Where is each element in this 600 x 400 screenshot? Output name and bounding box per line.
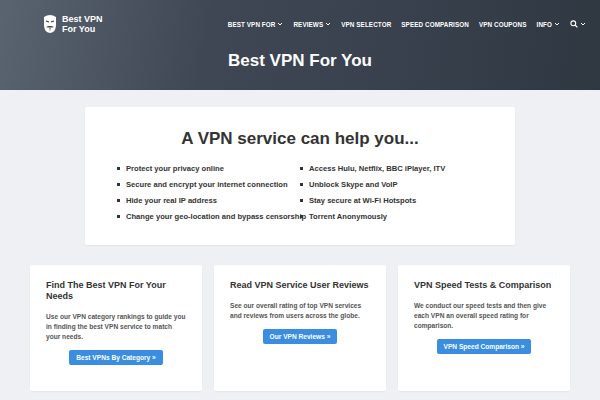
card-text: Use our VPN category rankings to guide y…: [46, 312, 186, 342]
benefit-text: Unblock Skype and VoIP: [309, 180, 397, 189]
nav-item[interactable]: VPN SELECTOR: [341, 21, 391, 28]
hero: Best VPN For You: [0, 34, 600, 90]
benefit-text: Hide your real IP address: [126, 196, 217, 205]
bullet-icon: [300, 215, 303, 218]
card-title: Read VPN Service User Reviews: [230, 280, 370, 291]
chevron-icon: [554, 21, 560, 27]
benefit-item: Stay secure at Wi-Fi Hotspots: [300, 195, 495, 205]
bullet-icon: [117, 167, 120, 170]
card-button-row: VPN Speed Comparison »: [414, 339, 554, 354]
chevron-icon: [580, 21, 586, 27]
benefit-item: Change your geo-location and bypass cens…: [117, 211, 300, 221]
chevron-icon: [277, 21, 283, 27]
nav-item[interactable]: REVIEWS: [293, 21, 331, 28]
top-bar: Best VPNFor You BEST VPN FOR REVIEWS VPN SE…: [0, 0, 600, 34]
chevron-icon: [325, 21, 331, 27]
benefit-text: Protect your privacy online: [126, 164, 224, 173]
card-title: Find The Best VPN For Your Needs: [46, 280, 186, 302]
benefit-columns: Protect your privacy online Secure and en…: [117, 163, 495, 221]
card-button[interactable]: Best VPNs By Category »: [69, 350, 163, 365]
benefit-text: Change your geo-location and bypass cens…: [126, 212, 306, 221]
feature-card: Read VPN Service User Reviews See our ove…: [214, 265, 386, 391]
nav-label: INFO: [537, 21, 552, 28]
benefit-item: Secure and encrypt your internet connect…: [117, 179, 300, 189]
benefit-item: Unblock Skype and VoIP: [300, 179, 495, 189]
site-header: Best VPNFor You BEST VPN FOR REVIEWS VPN SE…: [0, 0, 600, 90]
nav-label: REVIEWS: [293, 21, 323, 28]
nav-label: SPEED COMPARISON: [401, 21, 469, 28]
bullet-icon: [117, 199, 120, 202]
benefit-item: Access Hulu, Netflix, BBC iPlayer, ITV: [300, 163, 495, 173]
logo-line: Best VPN: [62, 14, 103, 24]
card-button-row: Our VPN Reviews »: [230, 329, 370, 344]
site-logo[interactable]: Best VPNFor You: [42, 14, 103, 34]
logo-line: For You: [62, 24, 103, 34]
benefit-text: Secure and encrypt your internet connect…: [126, 180, 288, 189]
benefit-column: Protect your privacy online Secure and en…: [117, 163, 300, 221]
nav-item[interactable]: VPN COUPONS: [479, 21, 527, 28]
benefits-card: A VPN service can help you... Protect you…: [85, 107, 515, 245]
main-content: A VPN service can help you... Protect you…: [0, 90, 600, 245]
hero-title: Best VPN For You: [228, 51, 372, 71]
bullet-icon: [117, 183, 120, 186]
feature-card: Find The Best VPN For Your Needs Use our …: [30, 265, 202, 391]
benefit-text: Stay secure at Wi-Fi Hotspots: [309, 196, 416, 205]
logo-text: Best VPNFor You: [62, 14, 103, 34]
benefit-item: Hide your real IP address: [117, 195, 300, 205]
card-text: We conduct our speed tests and then give…: [414, 301, 554, 331]
nav-item[interactable]: INFO: [537, 21, 560, 28]
card-text: See our overall rating of top VPN servic…: [230, 301, 370, 321]
feature-card: VPN Speed Tests & Comparison We conduct o…: [398, 265, 570, 391]
nav-item[interactable]: SPEED COMPARISON: [401, 21, 469, 28]
search-button[interactable]: [570, 20, 586, 28]
benefit-text: Torrent Anonymously: [309, 212, 387, 221]
bullet-icon: [117, 215, 120, 218]
search-icon: [570, 20, 578, 28]
bullet-icon: [300, 199, 303, 202]
card-button[interactable]: VPN Speed Comparison »: [437, 339, 532, 354]
nav-label: VPN COUPONS: [479, 21, 527, 28]
nav-item[interactable]: BEST VPN FOR: [228, 21, 284, 28]
benefits-title: A VPN service can help you...: [117, 129, 495, 149]
bullet-icon: [300, 183, 303, 186]
benefit-item: Protect your privacy online: [117, 163, 300, 173]
card-button[interactable]: Our VPN Reviews »: [263, 329, 338, 344]
benefit-item: Torrent Anonymously: [300, 211, 495, 221]
mask-icon: [42, 14, 58, 34]
main-nav: BEST VPN FOR REVIEWS VPN SELECTOR SPEED COM…: [228, 20, 586, 28]
bullet-icon: [300, 167, 303, 170]
nav-label: VPN SELECTOR: [341, 21, 391, 28]
card-button-row: Best VPNs By Category »: [46, 350, 186, 365]
feature-cards: Find The Best VPN For Your Needs Use our …: [0, 245, 600, 391]
card-title: VPN Speed Tests & Comparison: [414, 280, 554, 291]
nav-label: BEST VPN FOR: [228, 21, 276, 28]
benefit-text: Access Hulu, Netflix, BBC iPlayer, ITV: [309, 164, 445, 173]
benefit-column: Access Hulu, Netflix, BBC iPlayer, ITV Un…: [300, 163, 495, 221]
